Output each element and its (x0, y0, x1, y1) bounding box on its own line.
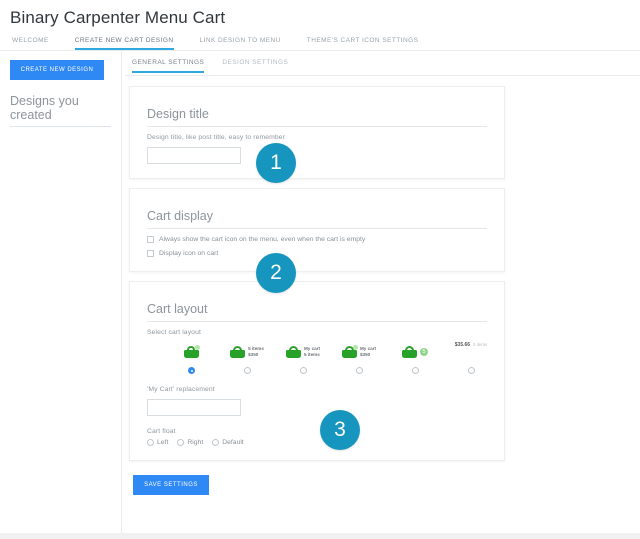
designs-you-created-heading: Designs you created (10, 94, 111, 127)
step-badge-2: 2 (256, 253, 296, 293)
cart-layout-radio-4[interactable] (355, 367, 363, 374)
shopping-basket-icon (285, 345, 301, 359)
cart-layout-option-3[interactable]: My cart 5 items (275, 342, 331, 374)
cart-layout-option-5[interactable]: 5 (387, 342, 443, 374)
cart-layout-text-4-line2: $350 (359, 352, 371, 357)
step-badge-1: 1 (256, 143, 296, 183)
cart-layout-text-4-line1: My cart (359, 346, 377, 351)
top-nav-tabs: WELCOME CREATE NEW CART DESIGN LINK DESI… (0, 28, 640, 50)
subtab-design-settings[interactable]: DESIGN SETTINGS (222, 59, 288, 73)
cart-layout-option-1[interactable] (163, 342, 219, 374)
sidebar: CREATE NEW DESIGN Designs you created (0, 51, 122, 539)
cart-layout-card: Cart layout Select cart layout 5 items $… (129, 281, 505, 461)
tab-welcome[interactable]: WELCOME (12, 37, 49, 50)
cart-float-option-default[interactable]: Default (212, 439, 244, 446)
sub-tabs: GENERAL SETTINGS DESIGN SETTINGS (125, 59, 640, 76)
cart-layout-text-2: 5 items $350 (248, 346, 264, 358)
shopping-basket-icon (341, 344, 359, 359)
cart-layout-radio-5[interactable] (411, 367, 419, 374)
cart-layout-text-3: My cart 5 items (304, 346, 320, 358)
cart-float-radio-left[interactable] (147, 439, 154, 446)
cart-layout-preview-2: 5 items $350 (230, 342, 264, 362)
select-cart-layout-label: Select cart layout (147, 329, 201, 336)
cart-layout-price-6: $35.66 (454, 342, 471, 348)
cart-float-option-left[interactable]: Left (147, 439, 168, 446)
design-title-heading: Design title (147, 107, 487, 127)
cart-layout-radio-2[interactable] (243, 367, 251, 374)
cart-float-radio-default[interactable] (212, 439, 220, 446)
cart-layout-radio-6[interactable] (467, 367, 475, 374)
my-cart-replacement-input[interactable] (147, 399, 241, 416)
step-badge-3: 3 (320, 410, 360, 450)
checkbox-row-always-show[interactable]: Always show the cart icon on the menu, e… (147, 236, 487, 243)
shopping-basket-icon (401, 345, 417, 359)
checkbox-row-display-icon[interactable]: Display icon on cart (147, 250, 487, 257)
cart-float-label: Cart float (147, 428, 176, 435)
main-content: GENERAL SETTINGS DESIGN SETTINGS Design … (122, 51, 640, 495)
bottom-strip (0, 533, 640, 539)
cart-layout-text-2-line1: 5 items (248, 346, 264, 351)
cart-float-label-default: Default (222, 439, 244, 446)
cart-layout-option-4[interactable]: My cart $350 (331, 342, 387, 374)
save-settings-button[interactable]: SAVE SETTINGS (133, 475, 209, 495)
my-cart-replacement-label: 'My Cart' replacement (147, 386, 215, 393)
cart-layout-text-4: My cart $350 (360, 346, 376, 358)
cart-display-heading: Cart display (147, 209, 487, 229)
shopping-basket-icon (230, 345, 246, 359)
create-new-design-button[interactable]: CREATE NEW DESIGN (10, 60, 104, 80)
tab-link-design-to-menu[interactable]: LINK DESIGN TO MENU (200, 37, 281, 50)
tab-create-new-cart-design[interactable]: CREATE NEW CART DESIGN (74, 37, 174, 50)
subtab-general-settings[interactable]: GENERAL SETTINGS (132, 59, 205, 73)
checkbox-label-always-show: Always show the cart icon on the menu, e… (159, 236, 366, 243)
design-title-card: Design title Design title, like post tit… (129, 86, 505, 179)
checkbox-label-display-icon: Display icon on cart (159, 250, 219, 257)
cart-layout-options: 5 items $350 My cart 5 items My cart $35… (147, 342, 487, 374)
cart-layout-preview-6: $35.66 5 items (455, 342, 487, 362)
cart-layout-text-3-line1: My cart (303, 346, 321, 351)
design-title-input[interactable] (147, 147, 241, 164)
shopping-basket-icon (183, 344, 200, 359)
cart-layout-preview-1 (183, 342, 200, 362)
cart-layout-items-6: 5 items (473, 342, 488, 347)
cart-layout-option-6[interactable]: $35.66 5 items (443, 342, 499, 374)
cart-float-radio-right[interactable] (177, 439, 185, 446)
checkbox-display-icon-on-cart[interactable] (147, 250, 154, 257)
cart-layout-preview-5: 5 (401, 342, 429, 362)
cart-layout-text-2-line2: $350 (248, 352, 259, 357)
design-title-field-label: Design title, like post title, easy to r… (147, 134, 286, 141)
cart-display-card: Cart display Always show the cart icon o… (129, 188, 505, 272)
checkbox-always-show-cart-icon[interactable] (147, 236, 154, 243)
cart-layout-text-3-line2: 5 items (303, 352, 320, 357)
cart-layout-preview-3: My cart 5 items (285, 342, 320, 362)
cart-float-options: Left Right Default (147, 439, 487, 446)
cart-float-label-right: Right (187, 439, 204, 446)
cart-layout-option-2[interactable]: 5 items $350 (219, 342, 275, 374)
page-title: Binary Carpenter Menu Cart (10, 8, 226, 27)
cart-float-label-left: Left (157, 439, 169, 446)
body-wrapper: CREATE NEW DESIGN Designs you created GE… (0, 51, 640, 539)
cart-layout-heading: Cart layout (147, 302, 487, 322)
cart-count-badge: 5 (419, 347, 429, 357)
tab-themes-cart-icon-settings[interactable]: THEME'S CART ICON SETTINGS (307, 37, 419, 50)
save-settings-wrapper: SAVE SETTINGS (129, 461, 640, 495)
cart-layout-preview-4: My cart $350 (341, 342, 376, 362)
cart-layout-radio-1[interactable] (187, 367, 195, 374)
cart-float-option-right[interactable]: Right (177, 439, 203, 446)
cart-layout-radio-3[interactable] (299, 367, 307, 374)
